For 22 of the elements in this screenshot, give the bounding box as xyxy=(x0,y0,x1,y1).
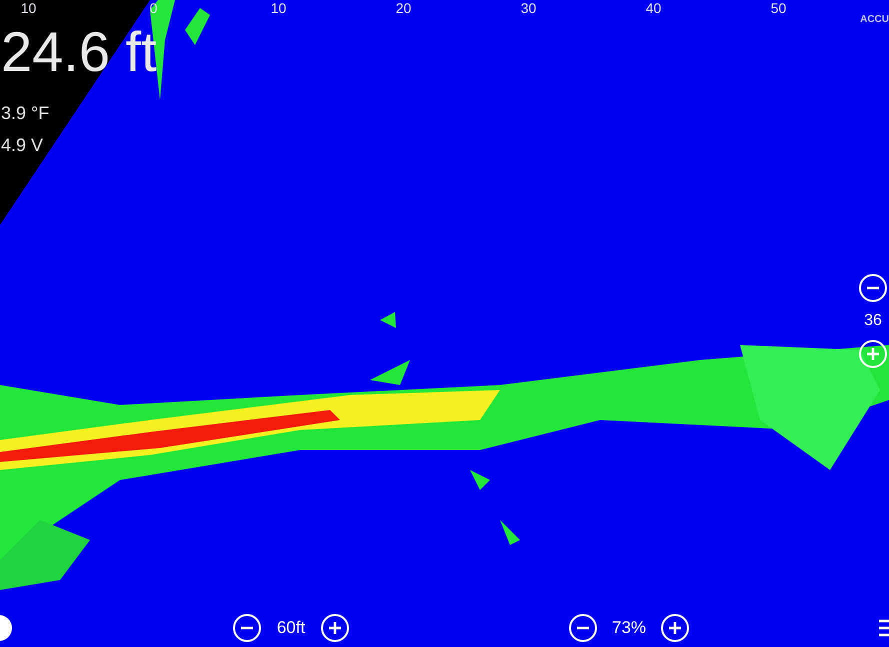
range-value: 36 xyxy=(864,312,882,330)
zoom-in-button[interactable] xyxy=(859,340,887,368)
decrease-button[interactable] xyxy=(569,614,597,642)
axis-tick-label: 20 xyxy=(394,0,412,16)
control-value: 60ft xyxy=(276,617,306,640)
plus-icon xyxy=(668,621,682,635)
decrease-button[interactable] xyxy=(233,614,261,642)
control-value: 73% xyxy=(610,617,648,640)
axis-tick-label: 30 xyxy=(520,0,538,16)
increase-button[interactable] xyxy=(321,614,349,642)
temperature-reading: 3.9 °F xyxy=(1,102,50,124)
axis-tick-label: 0 xyxy=(148,0,158,16)
voltage-reading: 4.9 V xyxy=(1,134,44,156)
brand-logo: ACCU xyxy=(860,15,889,25)
plus-icon xyxy=(866,347,880,361)
axis-tick-label: 40 xyxy=(644,0,662,16)
axis-tick-label: 50 xyxy=(770,0,788,16)
axis-tick-label: 10 xyxy=(270,0,288,16)
zoom-out-button[interactable] xyxy=(859,274,887,302)
increase-button[interactable] xyxy=(661,614,689,642)
axis-tick-label: 10 xyxy=(20,0,38,16)
plus-icon xyxy=(328,621,342,635)
